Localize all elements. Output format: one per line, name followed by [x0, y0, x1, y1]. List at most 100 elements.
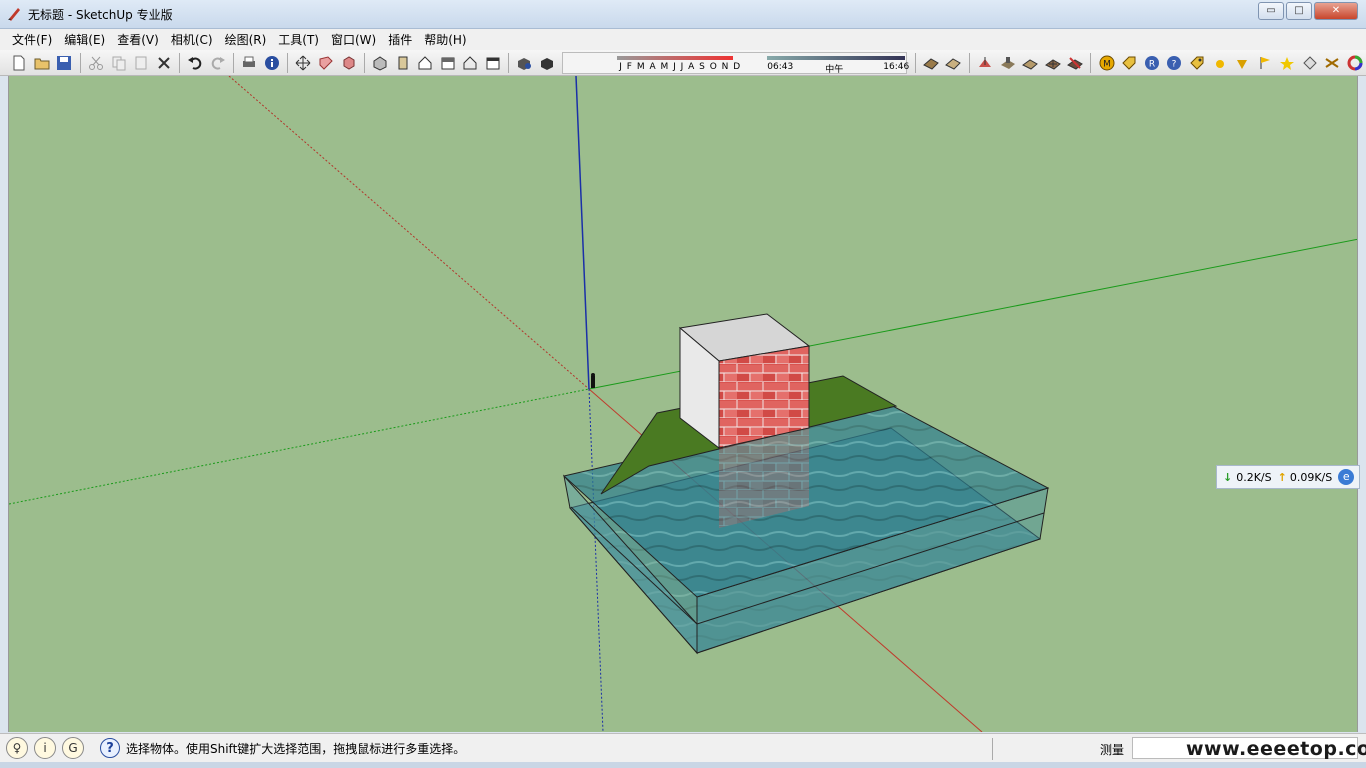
network-speed-widget: ↓ 0.2K/S ↑ 0.09K/S e — [1216, 465, 1360, 489]
green-axis-dotted — [9, 388, 590, 505]
help-icon[interactable]: ? — [1165, 53, 1185, 73]
drawing-viewport[interactable] — [8, 76, 1358, 732]
diamond-icon[interactable] — [1300, 53, 1320, 73]
svg-text:R: R — [1149, 59, 1155, 69]
cone-icon[interactable] — [1232, 53, 1252, 73]
menu-bar: 文件(F) 编辑(E) 查看(V) 相机(C) 绘图(R) 工具(T) 窗口(W… — [0, 29, 1366, 50]
instructor-help-icon[interactable]: ? — [100, 738, 120, 758]
orbit-icon[interactable] — [294, 53, 314, 73]
menu-tools[interactable]: 工具(T) — [272, 31, 325, 48]
model-info-icon[interactable] — [262, 53, 282, 73]
toolbar-separator — [287, 52, 289, 73]
maximize-button[interactable]: □ — [1286, 2, 1312, 20]
flag-icon[interactable] — [1255, 53, 1275, 73]
download-arrow-icon: ↓ — [1223, 470, 1233, 484]
upload-arrow-icon: ↑ — [1277, 470, 1287, 484]
month-labels: J F M A M J J A S O N D — [619, 61, 742, 72]
add-detail-icon[interactable] — [1043, 53, 1063, 73]
sandbox-from-scratch-icon[interactable] — [944, 53, 964, 73]
toolbar-separator — [1090, 52, 1092, 73]
red-axis-dotted — [228, 76, 590, 390]
upload-speed: 0.09K/S — [1289, 470, 1333, 484]
google-sign-in-icon[interactable]: G — [62, 737, 84, 759]
window-bottom-border — [0, 762, 1366, 768]
shadow-settings-panel: J F M A M J J A S O N D 06:43 中午 16:46 — [562, 51, 910, 75]
print-icon[interactable] — [240, 53, 260, 73]
flip-edge-icon[interactable] — [1065, 53, 1085, 73]
toolbar-separator — [508, 52, 510, 73]
time-slider[interactable] — [767, 55, 906, 60]
menu-camera[interactable]: 相机(C) — [165, 31, 219, 48]
toolbar-separator — [968, 52, 970, 73]
top-view-icon[interactable] — [393, 53, 413, 73]
toolbar-separator — [79, 52, 81, 73]
status-divider — [992, 738, 993, 760]
redo-icon[interactable] — [208, 53, 228, 73]
time-end-label: 16:46 — [883, 61, 910, 72]
smoove-icon[interactable] — [975, 53, 995, 73]
toolbar-separator — [233, 52, 235, 73]
menu-view[interactable]: 查看(V) — [111, 31, 165, 48]
drape-icon[interactable] — [1020, 53, 1040, 73]
component-icon[interactable] — [339, 53, 359, 73]
status-bar: ♀ i G ? 选择物体。使用Shift键扩大选择范围，拖拽鼠标进行多重选择。 … — [0, 733, 1366, 762]
erase-icon[interactable] — [154, 53, 174, 73]
right-view-icon[interactable] — [438, 53, 458, 73]
measurements-label: 测量 — [1100, 743, 1125, 757]
shadows-toggle-icon[interactable] — [537, 53, 557, 73]
origin-figure — [591, 373, 595, 388]
title-bar: 无标题 - SketchUp 专业版 ▭ □ ✕ — [0, 0, 1366, 29]
menu-edit[interactable]: 编辑(E) — [58, 31, 111, 48]
brick-box[interactable] — [678, 313, 811, 450]
download-speed: 0.2K/S — [1236, 470, 1272, 484]
menu-window[interactable]: 窗口(W) — [325, 31, 382, 48]
time-start-label: 06:43 — [767, 61, 794, 72]
plugin-m-icon[interactable]: M — [1097, 53, 1117, 73]
cross-arrows-icon[interactable] — [1323, 53, 1343, 73]
color-wheel-icon[interactable] — [1345, 53, 1365, 73]
svg-text:?: ? — [1172, 59, 1177, 69]
paste-icon[interactable] — [131, 53, 151, 73]
watermark-text: www.eeeetop.com — [1186, 738, 1366, 760]
minimize-button[interactable]: ▭ — [1258, 2, 1284, 20]
cut-icon[interactable] — [86, 53, 106, 73]
month-slider[interactable] — [617, 55, 734, 60]
left-view-icon[interactable] — [483, 53, 503, 73]
3d-scene[interactable] — [9, 76, 1358, 732]
window-title: 无标题 - SketchUp 专业版 — [28, 7, 173, 22]
credits-icon[interactable]: i — [34, 737, 56, 759]
toolbar-separator — [178, 52, 180, 73]
plugin-r-icon[interactable]: R — [1142, 53, 1162, 73]
close-button[interactable]: ✕ — [1314, 2, 1358, 20]
menu-plugins[interactable]: 插件 — [382, 31, 418, 48]
geo-location-icon[interactable]: ♀ — [6, 737, 28, 759]
undo-icon[interactable] — [185, 53, 205, 73]
new-file-icon[interactable] — [10, 53, 30, 73]
save-icon[interactable] — [55, 53, 75, 73]
sandbox-from-contours-icon[interactable] — [921, 53, 941, 73]
star-icon[interactable] — [1277, 53, 1297, 73]
main-toolbar: J F M A M J J A S O N D 06:43 中午 16:46 M… — [0, 50, 1366, 76]
toolbar-separator — [914, 52, 916, 73]
open-file-icon[interactable] — [32, 53, 52, 73]
iso-view-icon[interactable] — [370, 53, 390, 73]
menu-help[interactable]: 帮助(H) — [418, 31, 472, 48]
stamp-icon[interactable] — [998, 53, 1018, 73]
shadow-settings-icon[interactable] — [515, 53, 535, 73]
sphere-icon[interactable] — [1210, 53, 1230, 73]
copy-icon[interactable] — [109, 53, 129, 73]
svg-text:M: M — [1103, 59, 1111, 69]
blue-axis — [575, 76, 590, 390]
blue-axis-dotted — [588, 388, 604, 732]
back-view-icon[interactable] — [461, 53, 481, 73]
menu-draw[interactable]: 绘图(R) — [219, 31, 273, 48]
front-view-icon[interactable] — [415, 53, 435, 73]
tag-icon[interactable] — [1120, 53, 1140, 73]
sketchup-app-icon — [8, 8, 20, 21]
time-noon-label: 中午 — [825, 64, 844, 75]
browser-icon[interactable]: e — [1338, 469, 1355, 485]
menu-file[interactable]: 文件(F) — [6, 31, 58, 48]
status-message: 选择物体。使用Shift键扩大选择范围，拖拽鼠标进行多重选择。 — [126, 741, 466, 756]
tag-edit-icon[interactable] — [1187, 53, 1207, 73]
section-plane-icon[interactable] — [316, 53, 336, 73]
